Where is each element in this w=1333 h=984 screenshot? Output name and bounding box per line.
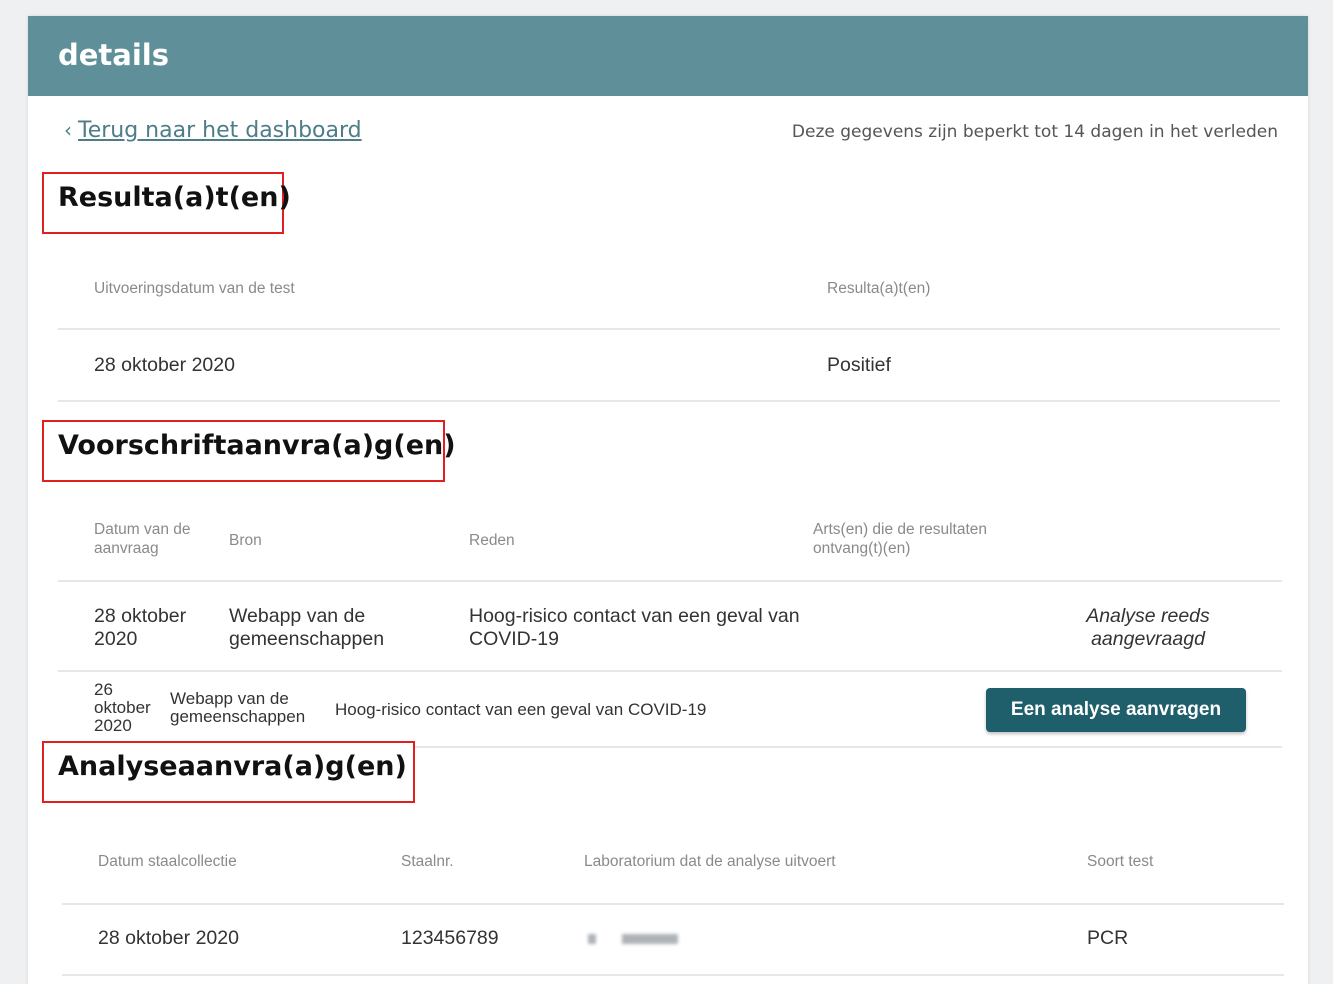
analyses-col-date: Datum staalcollectie (98, 853, 237, 870)
prescriptions-col-source: Bron (229, 532, 262, 549)
analyses-col-sample: Staalnr. (401, 853, 454, 870)
divider (62, 974, 1284, 976)
prescription-status: Analyse reeds aangevraagd (1086, 605, 1210, 650)
prescription-reason: Hoog-risico contact van een geval van CO… (335, 700, 707, 719)
back-to-dashboard-link[interactable]: ‹ Terug naar het dashboard (64, 118, 362, 143)
results-col-result: Resulta(a)t(en) (827, 280, 931, 297)
results-section-title: Resulta(a)t(en) (42, 172, 291, 234)
request-analysis-button[interactable]: Een analyse aanvragen (986, 688, 1246, 732)
prescription-source: Webapp van de gemeenschappen (170, 689, 306, 726)
analysis-sample-number: 123456789 (401, 927, 499, 949)
result-value: Positief (827, 354, 891, 376)
divider (58, 580, 1282, 582)
back-link-label: Terug naar het dashboard (78, 118, 362, 143)
divider (62, 903, 1284, 905)
prescriptions-section-title: Voorschriftaanvra(a)g(en) (42, 420, 456, 482)
page-title: details (58, 38, 170, 72)
prescriptions-col-doctors: Arts(en) die de resultaten ontvang(t)(en… (813, 521, 988, 557)
analyses-section-title: Analyseaanvra(a)g(en) (42, 741, 415, 803)
analysis-date: 28 oktober 2020 (98, 927, 239, 949)
details-card: details ‹ Terug naar het dashboard Deze g… (28, 16, 1308, 984)
result-date: 28 oktober 2020 (94, 354, 235, 376)
details-header: details (28, 16, 1308, 96)
analyses-col-lab: Laboratorium dat de analyse uitvoert (584, 853, 836, 870)
analysis-test-type: PCR (1087, 927, 1129, 949)
prescription-date: 26 oktober 2020 (94, 680, 151, 735)
prescriptions-col-reason: Reden (469, 532, 515, 549)
prescription-source: Webapp van de gemeenschappen (229, 605, 385, 650)
prescriptions-col-date: Datum van de aanvraag (94, 521, 191, 557)
prescription-date: 28 oktober 2020 (94, 605, 187, 650)
prescription-reason: Hoog-risico contact van een geval van CO… (469, 605, 800, 650)
redacted-lab-name (622, 934, 678, 944)
chevron-left-icon: ‹ (64, 118, 72, 142)
results-col-date: Uitvoeringsdatum van de test (94, 280, 295, 297)
data-limit-note: Deze gegevens zijn beperkt tot 14 dagen … (791, 122, 1278, 142)
divider (58, 328, 1280, 330)
redacted-lab-name (588, 934, 596, 944)
analyses-col-type: Soort test (1087, 853, 1154, 870)
divider (58, 670, 1282, 672)
divider (58, 400, 1280, 402)
